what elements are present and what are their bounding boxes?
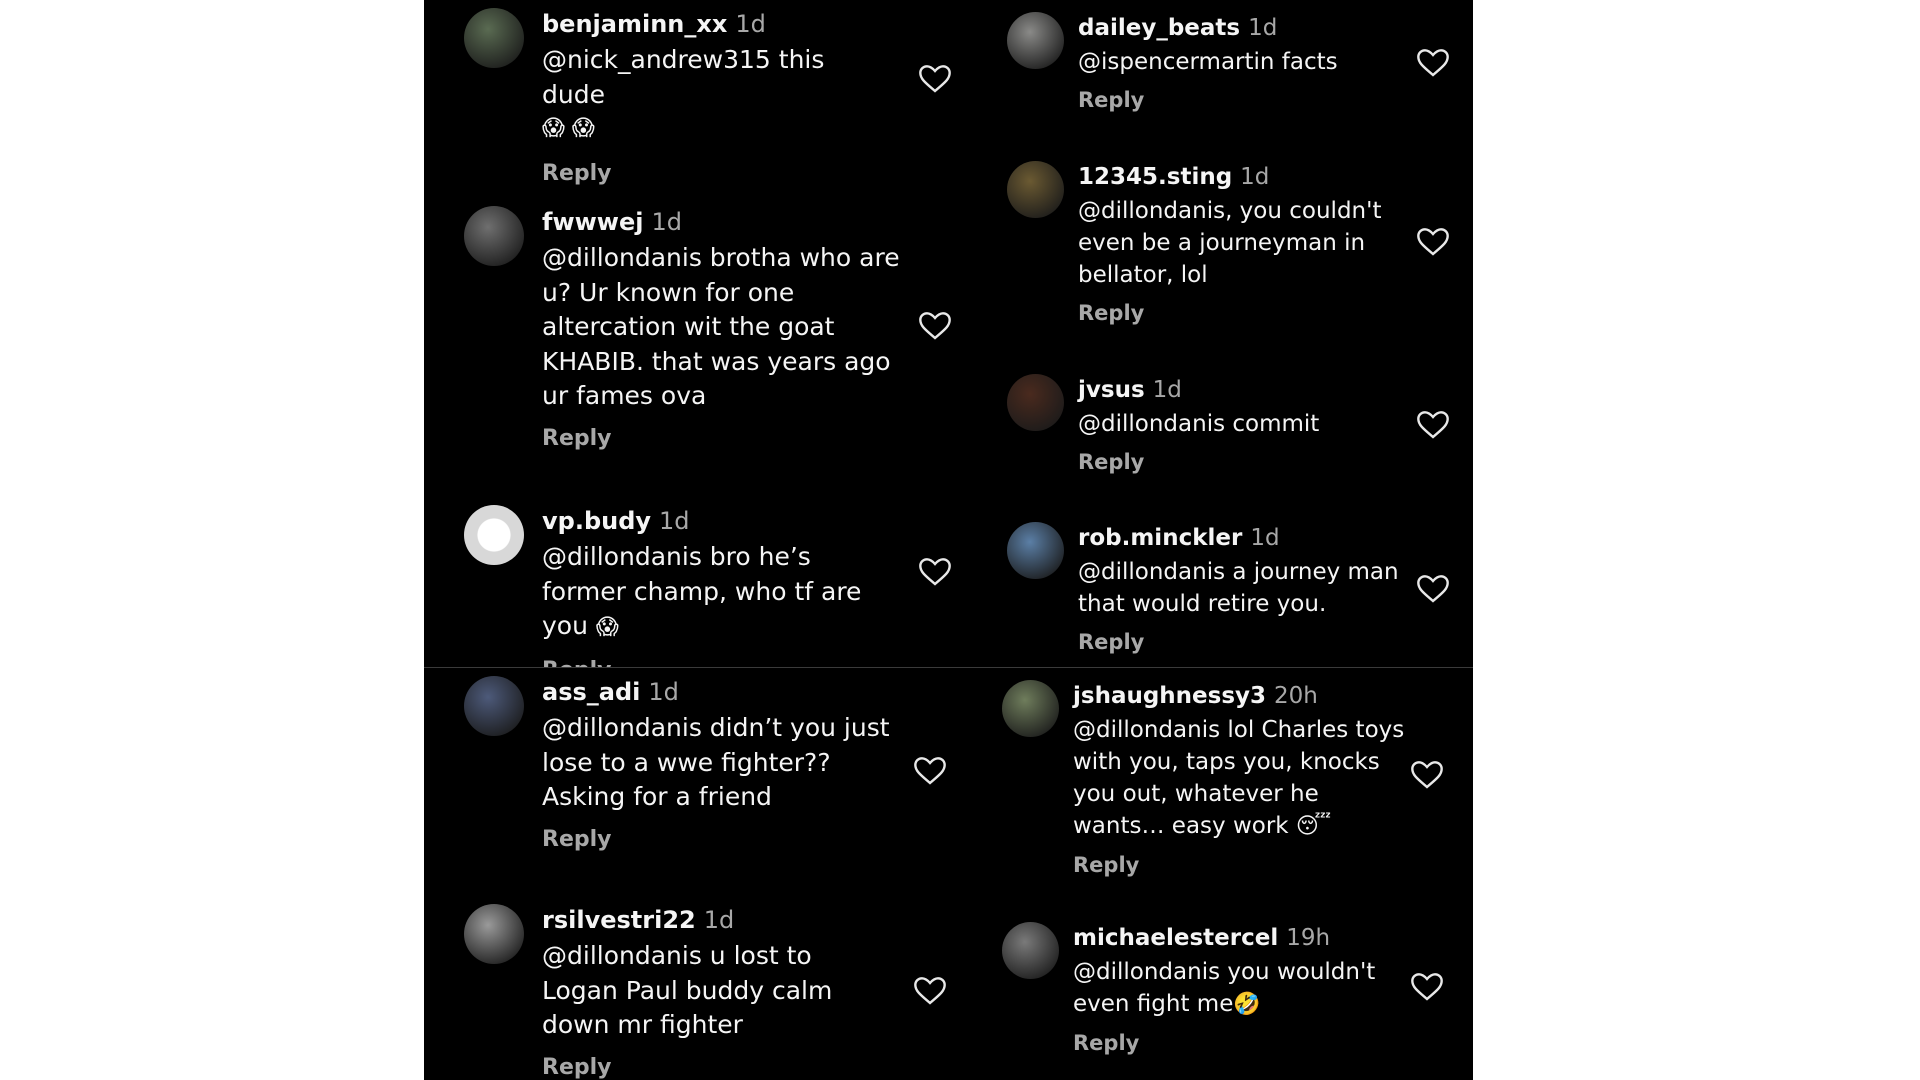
avatar[interactable] [464,904,524,964]
reply-button[interactable]: Reply [542,1055,892,1080]
like-heart-icon[interactable] [1417,574,1449,604]
comment-text: @dillondanis, you couldn't even be a jou… [1078,198,1382,288]
comments-panel-1: benjaminn_xx 1d @nick_andrew315 this dude… [424,0,964,668]
comment-text: @dillondanis commit [1078,411,1320,437]
comment-text: @dillondanis bro he’s former champ, who … [542,542,862,640]
reply-button[interactable]: Reply [1078,88,1408,112]
avatar[interactable] [1007,522,1064,579]
timestamp: 1d [1248,15,1278,41]
username[interactable]: jvsus [1078,377,1145,403]
comment-text: @dillondanis you wouldn't even fight me🤣 [1073,959,1376,1017]
timestamp: 1d [735,10,766,38]
comments-panel-4: jshaughnessy3 20h @dillondanis lol Charle… [963,668,1473,1080]
avatar[interactable] [1007,161,1064,218]
reply-button[interactable]: Reply [1073,853,1413,877]
reply-button[interactable]: Reply [542,161,892,186]
timestamp: 1d [1240,164,1270,190]
like-heart-icon[interactable] [1411,760,1443,790]
reply-button[interactable]: Reply [542,426,902,451]
reply-button[interactable]: Reply [1073,1031,1413,1055]
reply-button[interactable]: Reply [1078,301,1408,325]
timestamp: 1d [1250,525,1280,551]
username[interactable]: jshaughnessy3 [1073,683,1266,709]
timestamp: 19h [1286,925,1331,951]
comment-emoji: 🤣 [1233,992,1261,1017]
avatar[interactable] [1002,922,1059,979]
comment-text: @ispencermartin facts [1078,49,1338,75]
comment-emoji: 😴 [1295,814,1332,839]
timestamp: 1d [648,678,679,706]
reply-button[interactable]: Reply [1078,450,1408,474]
comment-text: @dillondanis u lost to Logan Paul buddy … [542,941,833,1039]
comment-emoji: 😱 😱 [542,116,595,141]
reply-button[interactable]: Reply [542,827,892,852]
comment-text: @dillondanis didn’t you just lose to a w… [542,713,890,811]
comments-panel-2: dailey_beats 1d @ispencermartin facts Rep… [963,0,1473,668]
comment-text: @nick_andrew315 this dude [542,45,825,109]
username[interactable]: dailey_beats [1078,15,1240,41]
reply-button[interactable]: Reply [1078,630,1408,654]
avatar[interactable] [1002,680,1059,737]
avatar[interactable] [1007,12,1064,69]
screenshot-collage: benjaminn_xx 1d @nick_andrew315 this dude… [424,0,1473,1080]
comment-text: @dillondanis brotha who are u? Ur known … [542,243,900,410]
username[interactable]: rsilvestri22 [542,906,696,934]
avatar[interactable] [464,206,524,266]
username[interactable]: vp.budy [542,507,651,535]
username[interactable]: 12345.sting [1078,164,1232,190]
avatar[interactable] [464,676,524,736]
timestamp: 20h [1274,683,1318,709]
like-heart-icon[interactable] [1417,48,1449,78]
username[interactable]: fwwwej [542,208,643,236]
like-heart-icon[interactable] [914,756,946,786]
username[interactable]: michaelestercel [1073,925,1278,951]
timestamp: 1d [651,208,682,236]
comments-panel-3: ass_adi 1d @dillondanis didn’t you just l… [424,668,963,1080]
reply-button[interactable]: Reply [542,658,902,668]
timestamp: 1d [659,507,690,535]
avatar[interactable] [464,505,524,565]
like-heart-icon[interactable] [1417,410,1449,440]
username[interactable]: benjaminn_xx [542,10,727,38]
like-heart-icon[interactable] [919,64,951,94]
avatar[interactable] [464,8,524,68]
comment-emoji: 😱 [595,615,619,640]
timestamp: 1d [703,906,735,934]
like-heart-icon[interactable] [919,557,951,587]
like-heart-icon[interactable] [914,976,946,1006]
comment-text: @dillondanis lol Charles toys with you, … [1073,717,1405,839]
username[interactable]: rob.minckler [1078,525,1242,551]
like-heart-icon[interactable] [919,311,951,341]
timestamp: 1d [1152,377,1182,403]
avatar[interactable] [1007,374,1064,431]
comment-text: @dillondanis a journey man that would re… [1078,559,1399,617]
username[interactable]: ass_adi [542,678,640,706]
like-heart-icon[interactable] [1417,227,1449,257]
like-heart-icon[interactable] [1411,972,1443,1002]
